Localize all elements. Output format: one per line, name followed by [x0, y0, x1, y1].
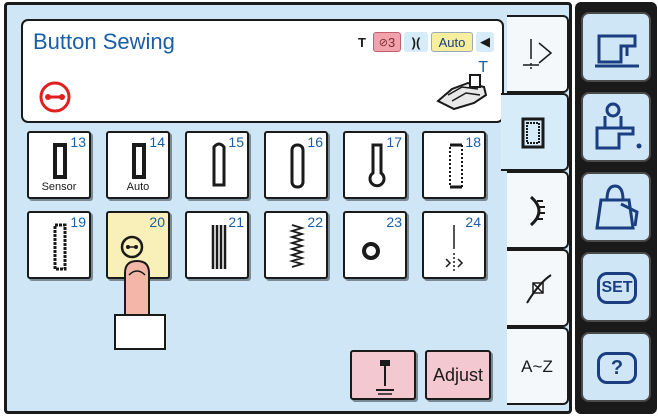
stitch-number: 23 [386, 214, 402, 230]
utility-stitch-icon [523, 39, 553, 71]
help-button[interactable]: ? [581, 332, 651, 402]
button-sewing-mode-icon [39, 81, 71, 113]
stitch-24[interactable]: 24 [422, 211, 486, 279]
quilt-tab[interactable] [507, 249, 569, 327]
needle-position-button[interactable] [350, 350, 416, 400]
stitch-sublabel: Sensor [41, 181, 77, 193]
stitch-18[interactable]: 18 [422, 131, 486, 199]
pointing-finger-icon [114, 259, 166, 350]
presser-foot-icon [436, 74, 488, 111]
function-panel: SET ? [575, 2, 657, 414]
adjust-button[interactable]: Adjust [425, 350, 491, 400]
stitch-19[interactable]: 19 [27, 211, 91, 279]
personal-settings-button[interactable] [581, 92, 651, 162]
status-bar: T ⊘ 3 )( Auto ◀ [354, 31, 494, 53]
stitch-number: 16 [307, 134, 323, 150]
stitch-15[interactable]: 15 [185, 131, 249, 199]
sewing-machine-icon [595, 34, 639, 68]
stitch-23[interactable]: 23 [343, 211, 407, 279]
lcd-screen: Button Sewing T ⊘ 3 )( Auto ◀ T 13 Senso… [4, 2, 572, 414]
stitch-number: 13 [70, 134, 86, 150]
stitch-number: 20 [149, 214, 165, 230]
stitch-17[interactable]: 17 [343, 131, 407, 199]
person-machine-icon [595, 102, 642, 150]
sewing-machine-button[interactable] [581, 12, 651, 82]
stitch-14[interactable]: 14 Auto [106, 131, 170, 199]
set-button[interactable]: SET [581, 252, 651, 322]
utility-stitch-tab[interactable] [507, 15, 569, 93]
stitch-13[interactable]: 13 Sensor [27, 131, 91, 199]
page-title: Button Sewing [33, 29, 175, 54]
tension-value: 3 [387, 34, 396, 50]
stitch-22[interactable]: 22 [264, 211, 328, 279]
buttonhole-tab[interactable] [501, 93, 569, 171]
bag-icon [595, 184, 639, 230]
stitch-number: 14 [149, 134, 165, 150]
stitch-number: 18 [465, 134, 481, 150]
stitch-21[interactable]: 21 [185, 211, 249, 279]
stitch-number: 22 [307, 214, 323, 230]
header-panel: Button Sewing T ⊘ 3 )( Auto ◀ T [21, 19, 504, 123]
memory-bag-button[interactable] [581, 172, 651, 242]
stitch-number: 17 [386, 134, 402, 150]
feed-dog-icon: )( [404, 32, 428, 52]
set-button-label: SET [597, 272, 637, 304]
stitch-number: 24 [465, 214, 481, 230]
quilt-stitch-icon [526, 274, 552, 304]
main-panel: Button Sewing T ⊘ 3 )( Auto ◀ T 13 Senso… [15, 13, 515, 407]
category-tabs: A~Z [501, 15, 569, 411]
help-button-label: ? [597, 352, 637, 384]
auto-badge: Auto [431, 32, 473, 52]
alphabet-tab[interactable]: A~Z [507, 327, 569, 405]
tension-indicator: ⊘ 3 [373, 32, 401, 52]
stitch-number: 21 [228, 214, 244, 230]
speaker-icon: ◀ [476, 32, 494, 52]
stitch-16[interactable]: 16 [264, 131, 328, 199]
decorative-tab[interactable] [507, 171, 569, 249]
thread-status: T [354, 32, 370, 52]
stitch-number: 15 [228, 134, 244, 150]
buttonhole-tab-icon [521, 117, 545, 149]
needle-icon [376, 360, 394, 395]
alphabet-tab-label: A~Z [521, 357, 553, 376]
stitch-number: 19 [70, 214, 86, 230]
stitch-sublabel: Auto [126, 181, 150, 193]
decorative-stitch-icon [529, 195, 545, 227]
